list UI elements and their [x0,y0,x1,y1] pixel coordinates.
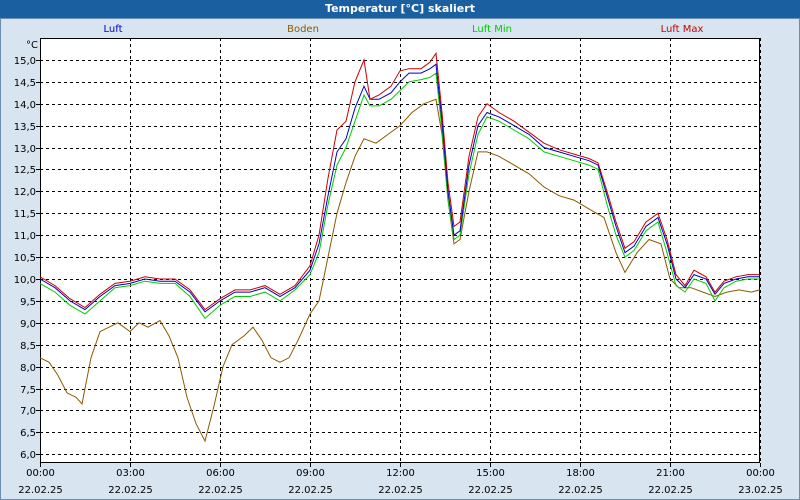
y-tick-label: 7,5 [20,385,36,396]
y-tick-label: 8,0 [20,363,36,374]
x-tick-time: 12:00 [386,468,415,479]
y-tick-label: 9,0 [20,319,36,330]
y-tick-label: 11,5 [14,209,36,220]
x-tick-date: 22.02.25 [378,485,423,496]
y-axis-unit: °C [26,40,38,51]
x-tick-time: 15:00 [476,468,505,479]
x-tick-date: 22.02.25 [288,485,333,496]
x-tick-time: 21:00 [656,468,685,479]
x-tick-time: 06:00 [206,468,235,479]
y-tick-label: 15,0 [14,56,36,67]
y-tick-label: 10,5 [14,253,36,264]
y-tick-label: 8,5 [20,341,36,352]
x-tick-date: 22.02.25 [648,485,693,496]
y-tick-label: 6,5 [20,428,36,439]
y-tick-label: 12,0 [14,187,36,198]
x-tick-date: 22.02.25 [558,485,603,496]
x-tick-date: 22.02.25 [18,485,63,496]
y-tick-label: 12,5 [14,165,36,176]
y-tick-label: 7,0 [20,406,36,417]
temperature-chart: 6,0 6,5 7,0 7,5 8,0 8,5 9,0 9,5 10,0 10,5 11,0 11,5… [14,38,783,496]
y-tick-label: 14,5 [14,78,36,89]
y-tick-label: 10,0 [14,275,36,286]
grid [40,38,761,463]
x-tick-date: 22.02.25 [198,485,243,496]
tick-labels: 6,0 6,5 7,0 7,5 8,0 8,5 9,0 9,5 10,0 10,5 11,0 11,5… [14,56,783,496]
x-tick-date: 22.02.25 [468,485,513,496]
x-tick-time: 09:00 [296,468,325,479]
y-tick-label: 14,0 [14,100,36,111]
y-tick-label: 6,0 [20,450,36,461]
x-tick-date: 23.02.25 [738,485,783,496]
x-tick-time: 03:00 [116,468,145,479]
x-tick-date: 22.02.25 [108,485,153,496]
y-tick-label: 9,5 [20,297,36,308]
y-tick-label: 13,0 [14,144,36,155]
y-tick-label: 13,5 [14,122,36,133]
series-line-luft-max [39,51,760,311]
x-tick-time: 00:00 [26,468,55,479]
x-tick-time: 00:00 [746,468,775,479]
axes [36,38,761,467]
y-tick-label: 11,0 [14,231,36,242]
x-tick-time: 18:00 [566,468,595,479]
